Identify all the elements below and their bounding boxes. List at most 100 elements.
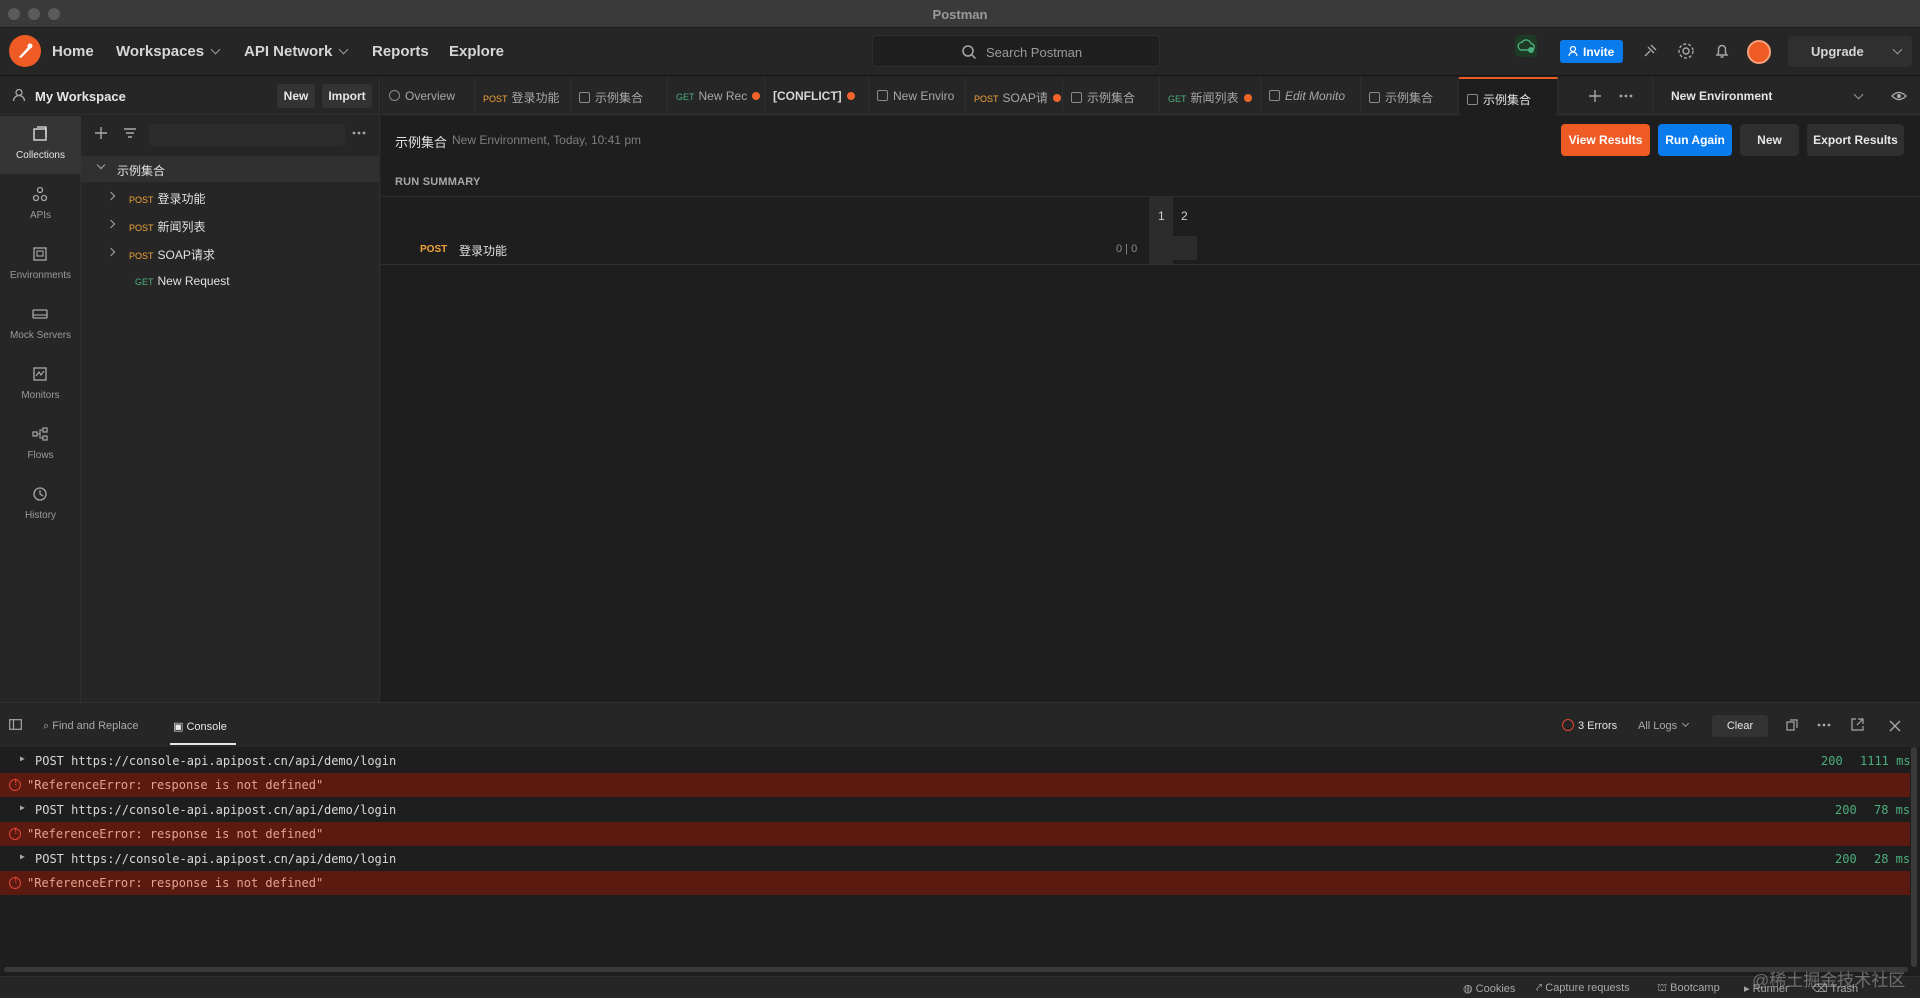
close-icon[interactable]	[1889, 720, 1901, 732]
add-tab-icon[interactable]	[1588, 89, 1602, 103]
chevron-down-icon	[210, 44, 221, 55]
eye-icon[interactable]	[1891, 89, 1907, 103]
search-input[interactable]: Search Postman	[872, 35, 1160, 67]
chevron-right-icon	[106, 191, 116, 201]
iteration-column-1[interactable]	[1149, 196, 1173, 264]
tab-collection[interactable]: 示例集合	[571, 77, 668, 115]
tree-item-request[interactable]: GET New Request	[81, 268, 380, 294]
collection-row[interactable]: 示例集合	[81, 156, 380, 182]
tab-collection-runner[interactable]: 示例集合	[1063, 77, 1160, 115]
capture-requests-button[interactable]: ⤤ Capture requests	[1536, 982, 1630, 995]
log-entry-request[interactable]: ▶ POST https://console-api.apipost.cn/ap…	[0, 798, 1910, 822]
run-request-name[interactable]: 登录功能	[459, 242, 507, 259]
nav-workspaces[interactable]: Workspaces	[116, 43, 221, 60]
avatar[interactable]	[1747, 40, 1771, 64]
unsaved-dot	[752, 92, 761, 100]
copy-icon[interactable]	[1786, 719, 1798, 731]
filter-icon[interactable]	[123, 126, 137, 140]
expand-arrow-icon: ▶	[20, 803, 25, 812]
tab-new-environment[interactable]: New Enviro	[869, 77, 966, 115]
satellite-icon[interactable]	[1641, 42, 1659, 60]
tab-soap-request[interactable]: POST SOAP请	[966, 77, 1063, 115]
log-entry-error[interactable]: "ReferenceError: response is not defined…	[0, 871, 1910, 895]
bootcamp-button[interactable]: ⛫ Bootcamp	[1657, 982, 1720, 996]
pop-out-icon[interactable]	[1851, 718, 1864, 731]
tree-item-request[interactable]: POST SOAP请求	[81, 240, 380, 266]
cookies-button[interactable]: ◍ Cookies	[1463, 982, 1515, 995]
sidebar-toggle-icon[interactable]	[9, 719, 22, 730]
iteration-cell[interactable]	[1173, 236, 1197, 260]
tab-request-login[interactable]: POST 登录功能	[475, 77, 571, 115]
console-toolbar: ⌕ Find and Replace ▣ Console 3 Errors Al…	[0, 703, 1920, 747]
find-replace-tab[interactable]: ⌕ Find and Replace	[43, 720, 138, 733]
nav-api-network[interactable]: API Network	[244, 43, 349, 60]
collection-search-input[interactable]	[149, 124, 345, 146]
collections-panel: 示例集合 POST 登录功能 POST 新闻列表 POST SOAP请求 GET New…	[81, 116, 380, 702]
nav-explore[interactable]: Explore	[449, 43, 504, 60]
workspace-name[interactable]: My Workspace	[35, 89, 126, 104]
tab-edit-monitor[interactable]: Edit Monito	[1261, 77, 1361, 115]
unsaved-dot	[1243, 94, 1252, 102]
title-bar: Postman	[0, 0, 1920, 28]
error-icon	[9, 876, 21, 889]
view-results-button[interactable]: View Results	[1561, 124, 1650, 156]
tab-new-request[interactable]: GET New Rec	[668, 77, 765, 115]
tab-conflict[interactable]: [CONFLICT]	[765, 77, 869, 115]
workspace-bar: My Workspace New Import	[0, 77, 380, 115]
iteration-number[interactable]: 2	[1181, 209, 1188, 223]
upgrade-button[interactable]: Upgrade	[1788, 36, 1912, 67]
gear-icon[interactable]	[1677, 42, 1695, 60]
tab-collection-runner-active[interactable]: 示例集合	[1459, 77, 1558, 115]
tree-item-request[interactable]: POST 登录功能	[81, 184, 380, 210]
log-entry-error[interactable]: "ReferenceError: response is not defined…	[0, 822, 1910, 846]
more-icon[interactable]	[352, 131, 366, 135]
sidebar-item-history[interactable]: History	[0, 476, 81, 534]
log-entry-request[interactable]: ▶ POST https://console-api.apipost.cn/ap…	[0, 847, 1910, 871]
log-entry-error[interactable]: "ReferenceError: response is not defined…	[0, 773, 1910, 797]
sync-status-icon[interactable]	[1515, 35, 1537, 57]
unsaved-dot	[1052, 94, 1061, 102]
run-request-method: POST	[420, 244, 448, 255]
log-level-select[interactable]: All Logs	[1638, 719, 1690, 732]
error-icon	[9, 827, 21, 840]
console-scrollbar[interactable]	[1911, 747, 1917, 967]
more-icon[interactable]	[1817, 723, 1831, 727]
error-count-badge[interactable]: 3 Errors	[1562, 719, 1617, 732]
sidebar-item-apis[interactable]: APIs	[0, 176, 81, 234]
environment-selected: New Environment	[1671, 89, 1773, 103]
sidebar-item-flows[interactable]: Flows	[0, 416, 81, 474]
new-run-button[interactable]: New	[1740, 124, 1799, 156]
console-tab[interactable]: ▣ Console	[173, 720, 227, 733]
environment-selector[interactable]: New Environment	[1652, 77, 1920, 115]
sidebar-item-monitors[interactable]: Monitors	[0, 356, 81, 414]
clear-button[interactable]: Clear	[1712, 715, 1768, 737]
mock-server-icon	[32, 309, 48, 319]
collections-icon	[33, 126, 47, 141]
postman-logo-icon[interactable]	[9, 35, 41, 67]
log-entry-request[interactable]: ▶ POST https://console-api.apipost.cn/ap…	[0, 749, 1911, 773]
export-results-button[interactable]: Export Results	[1807, 124, 1904, 156]
sidebar-item-mock-servers[interactable]: Mock Servers	[0, 296, 81, 354]
new-button[interactable]: New	[277, 84, 315, 108]
add-collection-icon[interactable]	[94, 126, 108, 140]
monitor-icon	[1269, 90, 1280, 101]
run-again-button[interactable]: Run Again	[1658, 124, 1732, 156]
chevron-down-icon	[1682, 719, 1690, 728]
console-horizontal-scrollbar[interactable]	[4, 967, 1908, 972]
sidebar-item-collections[interactable]: Collections	[0, 116, 81, 174]
more-tabs-icon[interactable]	[1619, 94, 1633, 98]
invite-button[interactable]: Invite	[1560, 40, 1623, 63]
tab-collection-runner-2[interactable]: 示例集合	[1361, 77, 1459, 115]
flows-icon	[32, 427, 48, 441]
sidebar-item-environments[interactable]: Environments	[0, 236, 81, 294]
nav-home[interactable]: Home	[52, 43, 94, 60]
iteration-number[interactable]: 1	[1158, 209, 1165, 223]
search-placeholder: Search Postman	[986, 45, 1083, 60]
tab-news-list[interactable]: GET 新闻列表	[1160, 77, 1261, 115]
import-button[interactable]: Import	[322, 84, 372, 108]
tree-item-request[interactable]: POST 新闻列表	[81, 212, 380, 238]
overview-icon	[389, 90, 400, 101]
tab-overview[interactable]: Overview	[381, 77, 475, 115]
nav-reports[interactable]: Reports	[372, 43, 429, 60]
bell-icon[interactable]	[1713, 42, 1731, 60]
